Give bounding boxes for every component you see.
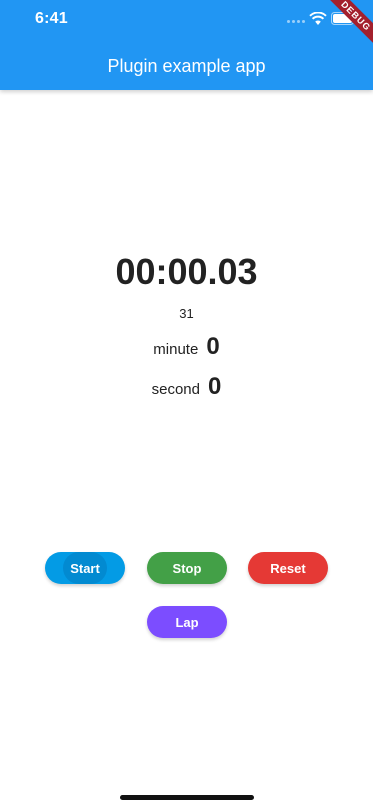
raw-time-value: 31 xyxy=(179,306,194,321)
reset-button[interactable]: Reset xyxy=(248,552,328,584)
second-row: second 0 xyxy=(0,373,373,401)
second-value: 0 xyxy=(208,373,222,400)
lap-button[interactable]: Lap xyxy=(147,606,227,638)
status-time: 6:41 xyxy=(35,10,68,27)
minute-row: minute 0 xyxy=(0,333,373,361)
minute-value: 0 xyxy=(206,333,220,360)
start-button[interactable]: Start xyxy=(45,552,125,584)
signal-icon xyxy=(287,17,305,23)
second-label: second xyxy=(151,381,200,398)
start-button-label: Start xyxy=(70,560,100,576)
wifi-icon xyxy=(309,12,327,25)
timer-display: 00:00.03 xyxy=(115,251,258,292)
home-indicator[interactable] xyxy=(120,795,254,800)
page-title: Plugin example app xyxy=(107,56,266,76)
lap-button-label: Lap xyxy=(175,614,199,630)
app-bar: 6:41 DEBUG Plugin example app xyxy=(0,0,373,90)
stop-button[interactable]: Stop xyxy=(147,552,227,584)
stop-button-label: Stop xyxy=(172,560,202,576)
debug-banner: DEBUG xyxy=(319,0,373,53)
minute-label: minute xyxy=(153,341,199,358)
reset-button-label: Reset xyxy=(270,560,306,576)
